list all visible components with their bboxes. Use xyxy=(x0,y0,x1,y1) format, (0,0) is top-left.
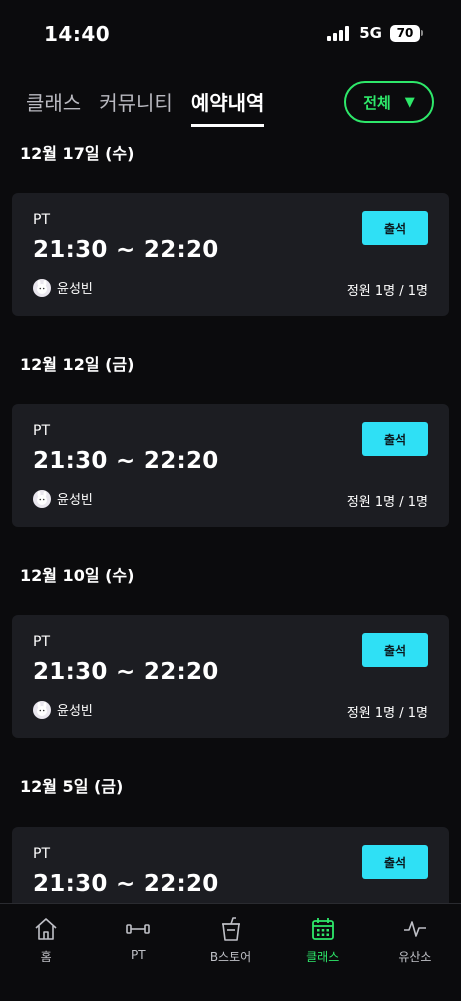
trainer-info: 윤성빈 xyxy=(33,700,93,719)
class-time: 21:30 ~ 22:20 xyxy=(33,659,219,685)
home-icon xyxy=(35,918,57,940)
date-header: 12월 17일 (수) xyxy=(20,144,135,163)
status-time: 14:40 xyxy=(44,22,111,46)
avatar xyxy=(33,278,51,297)
battery-level: 70 xyxy=(390,24,420,42)
date-header: 12월 12일 (금) xyxy=(20,355,135,374)
pulse-icon xyxy=(403,921,426,937)
tab-reservations[interactable]: 예약내역 xyxy=(190,87,265,127)
class-type: PT xyxy=(33,423,50,439)
checkin-button[interactable]: 출석 xyxy=(362,633,428,667)
nav-label: 유산소 xyxy=(398,950,432,964)
top-tabs: 클래스 커뮤니티 예약내역 xyxy=(26,87,265,127)
date-header: 12월 5일 (금) xyxy=(20,777,124,796)
checkin-button[interactable]: 출석 xyxy=(362,422,428,456)
trainer-name: 윤성빈 xyxy=(57,493,93,508)
nav-home[interactable]: 홈 xyxy=(0,904,92,1001)
battery-icon: 70 xyxy=(390,24,423,42)
class-type: PT xyxy=(33,212,50,228)
nav-pt[interactable]: PT xyxy=(92,904,184,1001)
status-indicators: 5G 70 xyxy=(327,24,423,42)
class-type: PT xyxy=(33,846,50,862)
trainer-info: 윤성빈 xyxy=(33,278,93,297)
filter-dropdown-button[interactable]: 전체 ▼ xyxy=(344,81,434,123)
dumbbell-icon xyxy=(126,924,151,934)
trainer-name: 윤성빈 xyxy=(57,704,93,719)
trainer-name: 윤성빈 xyxy=(57,282,93,297)
avatar xyxy=(33,489,51,508)
nav-label: 홈 xyxy=(40,950,52,964)
capacity-text: 정원 1명 / 1명 xyxy=(346,495,428,510)
nav-bstore[interactable]: B스토어 xyxy=(184,904,276,1001)
avatar xyxy=(33,700,51,719)
trainer-info: 윤성빈 xyxy=(33,489,93,508)
date-header: 12월 10일 (수) xyxy=(20,566,135,585)
nav-label: B스토어 xyxy=(209,950,252,964)
capacity-text: 정원 1명 / 1명 xyxy=(346,706,428,721)
checkin-button[interactable]: 출석 xyxy=(362,211,428,245)
reservation-card[interactable]: PT 21:30 ~ 22:20 출석 윤성빈 정원 1명 / 1명 xyxy=(12,193,449,316)
signal-icon xyxy=(327,25,350,41)
nav-class[interactable]: 클래스 xyxy=(277,904,369,1001)
reservation-card[interactable]: PT 21:30 ~ 22:20 출석 윤성빈 정원 1명 / 1명 xyxy=(12,404,449,527)
reservation-card[interactable]: PT 21:30 ~ 22:20 출석 윤성빈 정원 1명 / 1명 xyxy=(12,615,449,738)
calendar-icon xyxy=(311,918,334,940)
filter-label: 전체 xyxy=(363,93,391,112)
nav-label: PT xyxy=(131,948,146,962)
network-label: 5G xyxy=(359,24,382,42)
nav-cardio[interactable]: 유산소 xyxy=(369,904,461,1001)
class-time: 21:30 ~ 22:20 xyxy=(33,871,219,897)
cup-icon xyxy=(221,917,240,941)
capacity-text: 정원 1명 / 1명 xyxy=(346,284,428,299)
tab-class[interactable]: 클래스 xyxy=(26,87,81,124)
class-time: 21:30 ~ 22:20 xyxy=(33,237,219,263)
triangle-down-icon: ▼ xyxy=(404,94,415,110)
tab-community[interactable]: 커뮤니티 xyxy=(99,87,173,124)
class-time: 21:30 ~ 22:20 xyxy=(33,448,219,474)
bottom-navigation: 홈 PT B스토어 클래스 유산소 xyxy=(0,903,461,1001)
class-type: PT xyxy=(33,634,50,650)
nav-label: 클래스 xyxy=(306,950,340,964)
status-bar: 14:40 5G 70 xyxy=(0,0,461,70)
checkin-button[interactable]: 출석 xyxy=(362,845,428,879)
